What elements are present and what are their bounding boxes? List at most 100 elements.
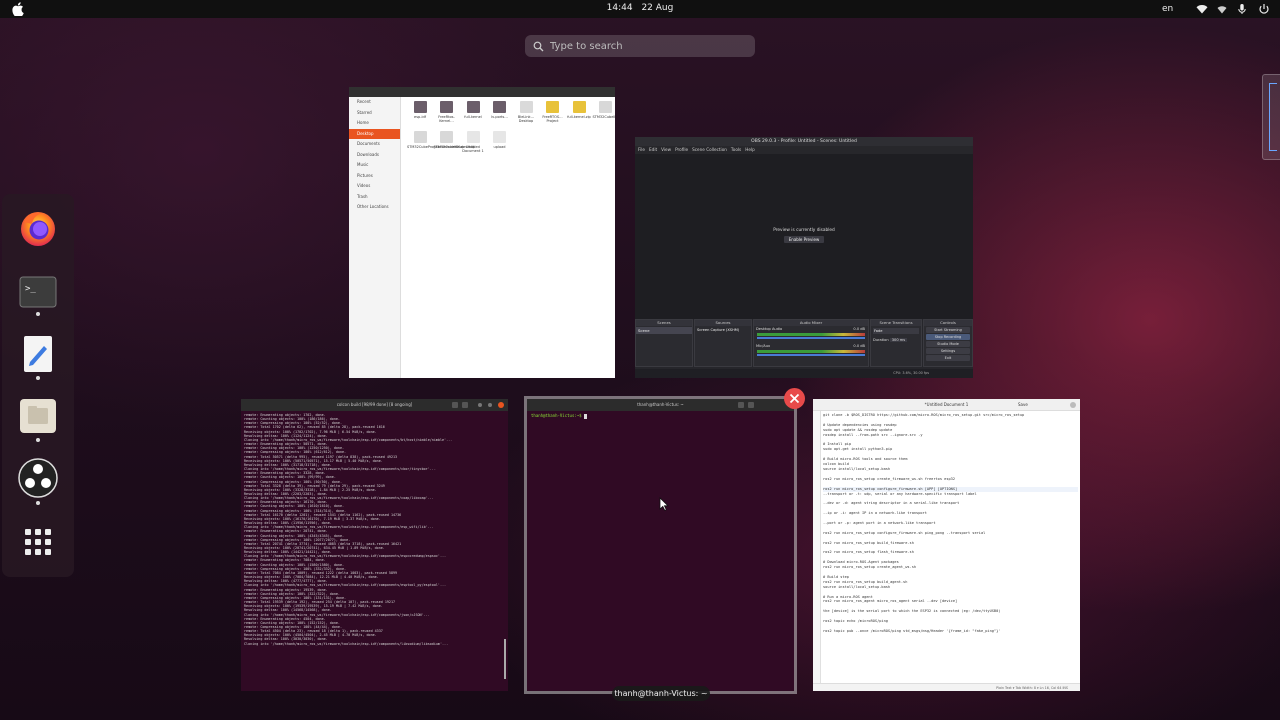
search-bar[interactable] — [525, 35, 755, 57]
start-streaming-button[interactable]: Start Streaming — [926, 327, 970, 333]
exit-button[interactable]: Exit — [926, 355, 970, 361]
running-indicator — [36, 312, 40, 316]
close-window-button[interactable] — [784, 388, 805, 409]
sidebar-item-recent[interactable]: Recent — [349, 97, 400, 108]
sidebar-item-documents[interactable]: Documents — [349, 139, 400, 150]
file-name: full-kernel — [464, 115, 482, 119]
workspace-thumbnail-frame — [1269, 83, 1277, 151]
menu-icon[interactable] — [462, 402, 468, 408]
terminal-build-header: colcon build [98/99 done] [8 ongoing] — [241, 399, 508, 411]
firefox-icon[interactable] — [18, 208, 58, 248]
studio-mode-button[interactable]: Studio Mode — [926, 341, 970, 347]
sidebar-item-pictures[interactable]: Pictures — [349, 171, 400, 182]
terminal-window[interactable]: thanh@thanh-Victus: ~ thanh@thanh-Victus… — [524, 396, 797, 694]
obs-menu-view[interactable]: View — [661, 147, 671, 152]
terminal-cursor — [583, 413, 587, 419]
obs-menu-scene-collection[interactable]: Scene Collection — [692, 147, 727, 152]
files-icon[interactable] — [18, 396, 58, 436]
clock-date: 22 Aug — [641, 3, 674, 13]
search-icon[interactable] — [738, 402, 744, 408]
running-indicator — [36, 376, 40, 380]
obs-sources-panel: Sources Screen Capture (XSHM) — [694, 319, 752, 367]
obs-scenes-panel: Scenes Scene — [635, 319, 693, 367]
obs-transition-select[interactable]: Fade — [873, 328, 919, 334]
file-item[interactable]: full-kernel.zip — [566, 101, 592, 119]
file-item[interactable]: FreeRtos-Kernel… — [434, 101, 460, 123]
obs-window[interactable]: OBS 29.0.3 - Profile: Untitled - Scenes:… — [635, 137, 973, 378]
files-window[interactable]: Recent Starred Home Desktop Documents Downloa… — [349, 87, 615, 378]
file-item[interactable]: full-kernel — [460, 101, 486, 119]
terminal-output[interactable]: thanh@thanh-Victus:~$ — [527, 411, 794, 421]
maximize-icon[interactable] — [488, 403, 492, 407]
obs-volume-slider[interactable] — [757, 337, 865, 339]
text-editor-header: *Untitled Document 1 Save — [813, 399, 1080, 411]
file-icon — [413, 131, 427, 143]
clock[interactable]: 14:44 22 Aug — [0, 3, 1280, 13]
obs-duration-input[interactable]: 300 ms — [889, 338, 908, 342]
file-name: FreeRTOS…Project — [542, 115, 563, 124]
obs-menu-profile[interactable]: Profile — [675, 147, 688, 152]
file-item[interactable]: upload — [487, 131, 513, 149]
file-item[interactable]: BleLink…Desktop — [513, 101, 539, 123]
network-icon[interactable] — [1216, 3, 1228, 15]
search-input[interactable] — [550, 40, 740, 52]
terminal-scrollbar[interactable] — [504, 639, 506, 679]
power-icon[interactable] — [1258, 3, 1270, 15]
obs-source-item[interactable]: Screen Capture (XSHM) — [695, 327, 751, 333]
line-number-gutter — [813, 411, 821, 683]
language-indicator[interactable]: en — [1162, 4, 1173, 14]
obs-audio-desktop-db: 0.0 dB — [853, 327, 865, 331]
sidebar-item-home[interactable]: Home — [349, 118, 400, 129]
save-button[interactable]: Save — [1018, 399, 1028, 411]
show-apps-icon[interactable] — [18, 522, 58, 562]
sidebar-item-music[interactable]: Music — [349, 160, 400, 171]
workspace-thumbnail[interactable] — [1262, 74, 1280, 160]
enable-preview-button[interactable]: Enable Preview — [784, 236, 824, 243]
obs-preview-text: Preview is currently disabled — [773, 228, 835, 233]
obs-menu-edit[interactable]: Edit — [649, 147, 657, 152]
obs-menu-tools[interactable]: Tools — [731, 147, 741, 152]
file-item[interactable]: esp-idf — [407, 101, 433, 119]
file-name: upload — [493, 145, 506, 149]
file-item[interactable]: STM32CubeIDE — [593, 101, 615, 119]
obs-studio-icon[interactable] — [18, 458, 58, 498]
file-item[interactable]: lv-ports… — [487, 101, 513, 119]
obs-audio-meter — [757, 350, 865, 353]
text-editor-window[interactable]: *Untitled Document 1 Save git clone -b $… — [813, 399, 1080, 691]
clock-time: 14:44 — [606, 3, 633, 13]
sidebar-item-trash[interactable]: Trash — [349, 192, 400, 203]
obs-menu-help[interactable]: Help — [745, 147, 755, 152]
obs-scene-item[interactable]: Scene — [636, 327, 692, 334]
wifi-icon[interactable] — [1196, 3, 1208, 15]
text-editor-icon[interactable] — [18, 334, 58, 374]
file-item[interactable]: STM32CubeProgrammer.desktop — [407, 131, 464, 149]
stop-recording-button[interactable]: Stop Recording — [926, 334, 970, 340]
settings-button[interactable]: Settings — [926, 348, 970, 354]
obs-menu-file[interactable]: File — [638, 147, 645, 152]
sidebar-item-downloads[interactable]: Downloads — [349, 150, 400, 161]
search-icon — [533, 41, 544, 51]
obs-status-bar: CPU: 3.6%, 30.00 fps — [635, 369, 973, 378]
sidebar-item-starred[interactable]: Starred — [349, 108, 400, 119]
terminal-build-window[interactable]: colcon build [98/99 done] [8 ongoing] re… — [241, 399, 508, 691]
sidebar-item-desktop[interactable]: Desktop — [349, 128, 400, 139]
file-item[interactable]: STM32CubeMX.desktop — [434, 131, 475, 149]
obs-volume-slider[interactable] — [757, 354, 865, 356]
file-icon — [572, 101, 586, 113]
sidebar-item-videos[interactable]: Videos — [349, 181, 400, 192]
microphone-icon[interactable] — [1236, 3, 1248, 15]
close-icon[interactable] — [1070, 402, 1076, 408]
minimize-icon[interactable] — [478, 403, 482, 407]
files-header — [349, 87, 615, 97]
search-icon[interactable] — [452, 402, 458, 408]
terminal-prompt: thanh@thanh-Victus:~$ — [531, 413, 584, 418]
terminal-build-output[interactable]: remote: Enumerating objects: 1702, done.… — [241, 411, 508, 691]
file-item[interactable]: Untitled Document 1 — [460, 131, 486, 153]
menu-icon[interactable] — [748, 402, 754, 408]
file-item[interactable]: FreeRTOS…Project — [540, 101, 566, 123]
text-editor-content[interactable]: git clone -b $ROS_DISTRO https://github.… — [823, 413, 1078, 683]
file-icon — [546, 101, 559, 113]
sidebar-item-other-locations[interactable]: Other Locations — [349, 202, 400, 213]
terminal-icon[interactable]: >_ — [18, 272, 58, 312]
close-icon[interactable] — [498, 402, 504, 408]
